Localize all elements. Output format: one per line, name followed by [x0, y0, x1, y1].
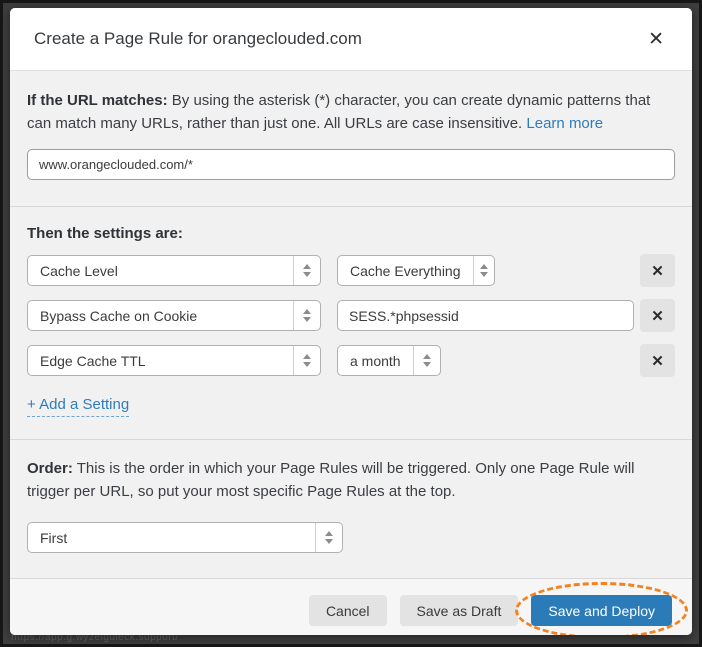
modal-header: Create a Page Rule for orangeclouded.com… [10, 8, 692, 71]
setting-select-cache-level[interactable]: Cache Level [27, 255, 321, 286]
stepper-icon [473, 256, 494, 285]
order-select-label: First [28, 523, 315, 552]
setting-row: Edge Cache TTL a month ✕ [27, 344, 675, 377]
setting-row: Bypass Cache on Cookie ✕ [27, 299, 675, 332]
setting-select-label: Cache Level [28, 256, 293, 285]
settings-heading: Then the settings are: [27, 225, 675, 242]
url-match-lead: If the URL matches: [27, 92, 168, 109]
order-description: Order: This is the order in which your P… [27, 458, 675, 503]
save-and-deploy-wrapper: Save and Deploy [531, 595, 672, 626]
stepper-icon [413, 346, 440, 375]
setting-row: Cache Level Cache Everything ✕ [27, 254, 675, 287]
value-select-cache-everything[interactable]: Cache Everything [337, 255, 495, 286]
close-icon[interactable]: ✕ [646, 28, 666, 51]
dimmed-page-overlay: https://app.g.wyzeiguieck.support/ Creat… [0, 0, 702, 647]
value-select-label: Cache Everything [338, 256, 473, 285]
setting-select-bypass-cache[interactable]: Bypass Cache on Cookie [27, 300, 321, 331]
settings-section: Then the settings are: Cache Level Cache… [10, 207, 692, 440]
save-and-deploy-button[interactable]: Save and Deploy [531, 595, 672, 626]
remove-setting-icon[interactable]: ✕ [640, 344, 675, 377]
remove-setting-icon[interactable]: ✕ [640, 299, 675, 332]
value-select-a-month[interactable]: a month [337, 345, 441, 376]
stepper-icon [293, 346, 320, 375]
create-page-rule-modal: Create a Page Rule for orangeclouded.com… [10, 8, 692, 635]
setting-select-label: Edge Cache TTL [28, 346, 293, 375]
save-as-draft-button[interactable]: Save as Draft [400, 595, 519, 626]
value-select-label: a month [338, 346, 413, 375]
modal-title: Create a Page Rule for orangeclouded.com [34, 29, 646, 49]
order-section: Order: This is the order in which your P… [10, 440, 692, 579]
url-match-section: If the URL matches: By using the asteris… [10, 71, 692, 207]
cancel-button[interactable]: Cancel [309, 595, 387, 626]
setting-select-edge-cache-ttl[interactable]: Edge Cache TTL [27, 345, 321, 376]
order-lead: Order: [27, 460, 73, 477]
order-select[interactable]: First [27, 522, 343, 553]
setting-select-label: Bypass Cache on Cookie [28, 301, 293, 330]
url-pattern-input[interactable] [27, 149, 675, 180]
learn-more-link[interactable]: Learn more [526, 115, 603, 132]
add-setting-link[interactable]: + Add a Setting [27, 396, 129, 417]
order-text: This is the order in which your Page Rul… [27, 460, 635, 500]
modal-footer: Cancel Save as Draft Save and Deploy [10, 579, 692, 635]
remove-setting-icon[interactable]: ✕ [640, 254, 675, 287]
url-match-description: If the URL matches: By using the asteris… [27, 90, 675, 135]
stepper-icon [293, 256, 320, 285]
cookie-pattern-input[interactable] [337, 300, 634, 331]
stepper-icon [293, 301, 320, 330]
stepper-icon [315, 523, 342, 552]
